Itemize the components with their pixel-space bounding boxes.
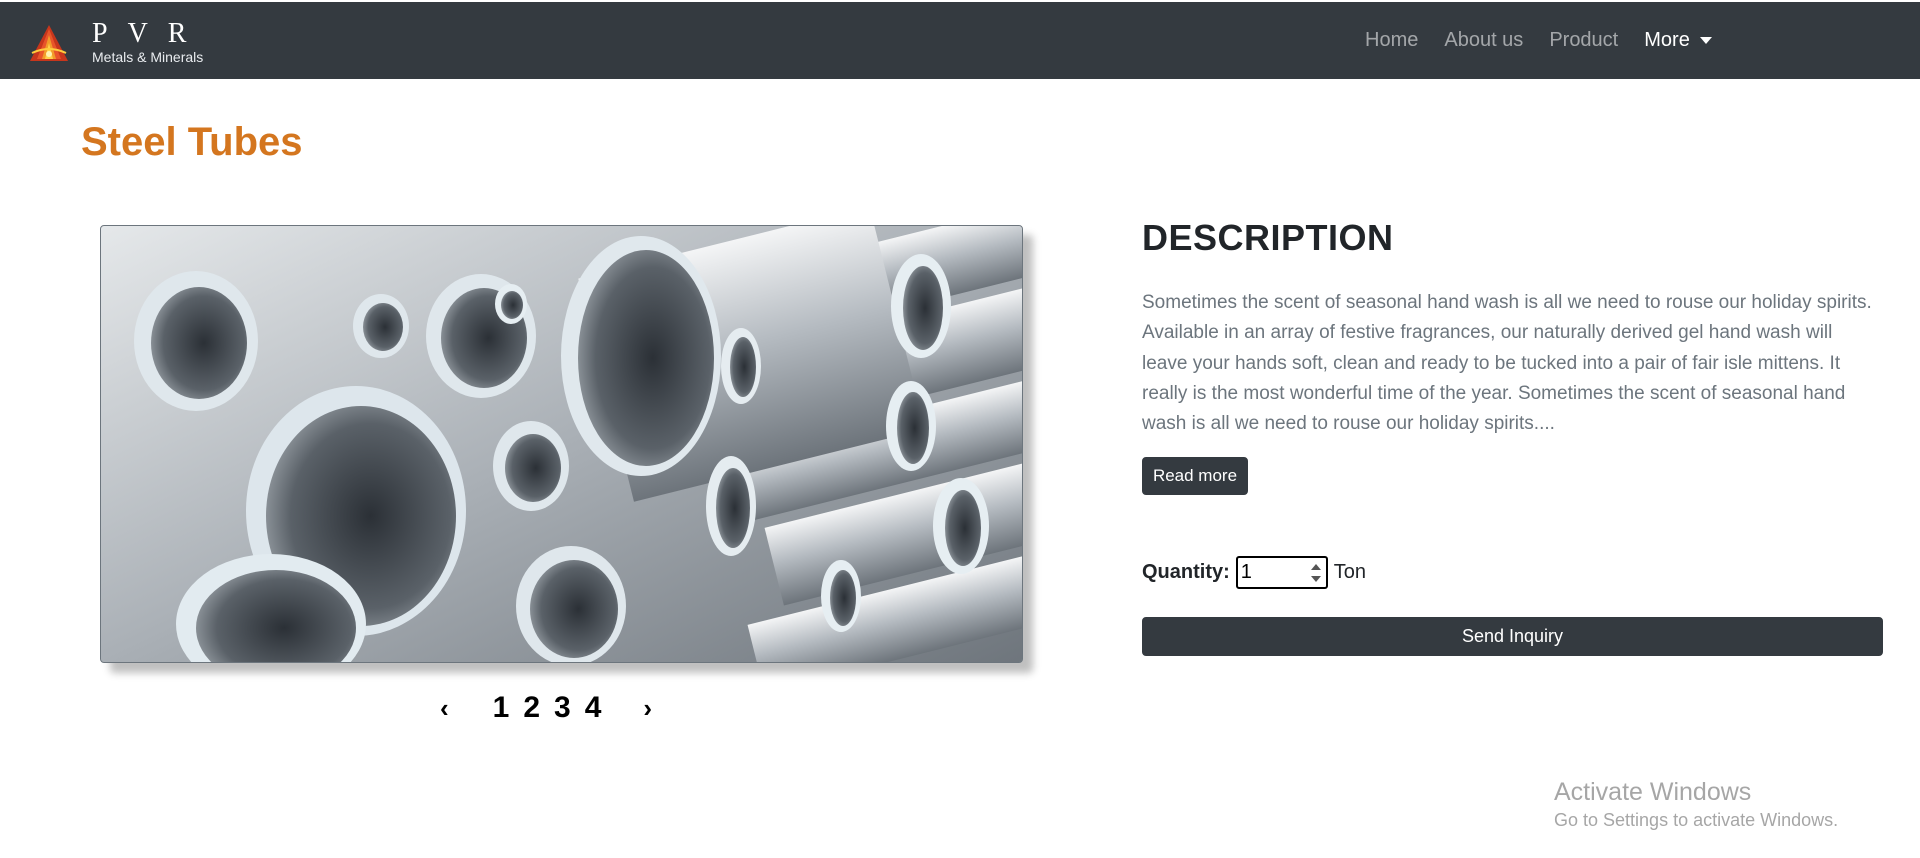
image-pager: ‹ 1 2 3 4 › xyxy=(440,688,652,728)
description-text: Sometimes the scent of seasonal hand was… xyxy=(1142,292,1872,435)
watermark-title: Activate Windows xyxy=(1554,778,1752,806)
nav-more-label: More xyxy=(1644,29,1690,51)
brand-text: PVR Metals & Minerals xyxy=(92,18,207,66)
page-title: Steel Tubes xyxy=(81,120,303,164)
quantity-input[interactable] xyxy=(1237,557,1308,587)
chevron-down-icon xyxy=(1699,37,1712,44)
pager-next-arrow[interactable]: › xyxy=(643,693,652,724)
activate-windows-watermark: Activate Windows Go to Settings to activ… xyxy=(1554,777,1838,832)
nav-product[interactable]: Product xyxy=(1549,29,1618,52)
quantity-unit: Ton xyxy=(1333,560,1367,583)
watermark-subtitle: Go to Settings to activate Windows. xyxy=(1554,810,1839,830)
nav-more-dropdown[interactable]: More xyxy=(1644,29,1712,52)
spin-down-icon[interactable] xyxy=(1310,575,1321,582)
pager-page-1[interactable]: 1 xyxy=(493,691,510,725)
spin-up-icon[interactable] xyxy=(1310,563,1321,570)
flame-logo-icon xyxy=(30,25,68,61)
nav-links: Home About us Product More xyxy=(1365,2,1712,79)
pager-prev-arrow[interactable]: ‹ xyxy=(440,693,449,724)
read-more-button[interactable]: Read more xyxy=(1142,457,1248,495)
brand-name: PVR xyxy=(92,18,207,49)
quantity-spinner xyxy=(1309,561,1323,585)
nav-about-us[interactable]: About us xyxy=(1444,29,1523,52)
top-navbar: PVR Metals & Minerals Home About us Prod… xyxy=(0,2,1920,79)
quantity-row: Quantity: Ton xyxy=(1142,555,1366,589)
pager-page-3[interactable]: 3 xyxy=(554,691,571,725)
pager-page-4[interactable]: 4 xyxy=(585,691,602,725)
brand-tagline: Metals & Minerals xyxy=(92,49,204,65)
description-heading: DESCRIPTION xyxy=(1142,217,1394,258)
brand[interactable]: PVR Metals & Minerals xyxy=(28,20,206,65)
nav-home[interactable]: Home xyxy=(1365,29,1418,52)
pager-page-2[interactable]: 2 xyxy=(523,691,540,725)
product-image xyxy=(100,225,1023,663)
quantity-label: Quantity: xyxy=(1142,560,1230,583)
quantity-stepper[interactable] xyxy=(1235,555,1328,589)
steel-tubes-image xyxy=(101,226,1022,662)
send-inquiry-button[interactable]: Send Inquiry xyxy=(1142,617,1883,656)
